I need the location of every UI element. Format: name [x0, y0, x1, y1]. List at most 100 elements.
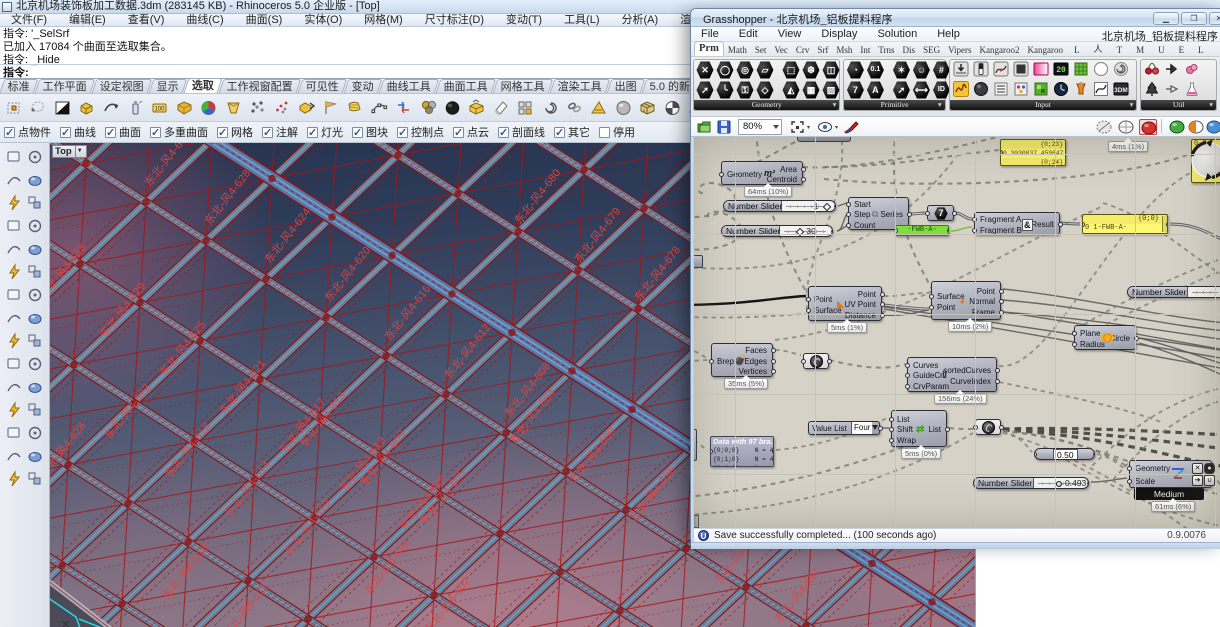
snow-hex-icon[interactable]: ❆ — [802, 61, 820, 79]
checkbox-其它[interactable] — [554, 127, 565, 138]
analyze-icon[interactable] — [26, 263, 44, 281]
select-points-icon[interactable] — [3, 97, 25, 119]
zoom-window-icon[interactable] — [26, 171, 44, 189]
button-input-icon[interactable] — [952, 61, 970, 79]
input-port[interactable] — [709, 359, 714, 364]
rect-tool-icon[interactable] — [5, 194, 23, 212]
filter-曲面[interactable]: 曲面 — [105, 124, 141, 140]
select-wedge-icon[interactable] — [223, 97, 245, 119]
input-port[interactable] — [929, 305, 934, 310]
layer-tool-icon[interactable] — [26, 355, 44, 373]
grid-hex-icon[interactable]: # — [932, 61, 950, 79]
gh-tab-E[interactable]: E — [1172, 44, 1192, 56]
gh-tab-Kangaroo[interactable]: Kangaroo — [1024, 44, 1068, 56]
output-port[interactable] — [999, 425, 1004, 430]
select-rgb-icon[interactable] — [418, 97, 440, 119]
preview-shaded-icon[interactable] — [1139, 119, 1157, 135]
orbit-icon[interactable] — [26, 148, 44, 166]
number-slider-1[interactable]: Number Slider1 — [723, 200, 836, 212]
diamond-hex-icon[interactable]: ◇ — [756, 81, 774, 99]
doc-3dm-icon[interactable]: 3DM — [1112, 81, 1130, 99]
gh-tab-Kangaroo2[interactable]: Kangaroo2 — [976, 44, 1024, 56]
gh-tab-Vec[interactable]: Vec — [770, 44, 792, 56]
select-gray-sphere-icon[interactable] — [613, 97, 635, 119]
preview-wire-icon[interactable] — [1117, 119, 1135, 135]
input-port[interactable] — [1127, 479, 1132, 484]
id-hex-icon[interactable]: ID — [932, 81, 950, 99]
zoom-dropdown-icon[interactable] — [773, 125, 779, 129]
rhino-menu-工具L[interactable]: 工具(L) — [553, 14, 610, 27]
select-volume-icon[interactable] — [174, 97, 196, 119]
output-port[interactable] — [771, 369, 776, 374]
select-id-icon[interactable]: 100 — [149, 97, 171, 119]
checkbox-灯光[interactable] — [307, 127, 318, 138]
param-geometry-relay-2[interactable] — [975, 419, 1001, 435]
slider-input-icon[interactable] — [972, 61, 990, 79]
mesh-green-icon[interactable] — [1072, 61, 1090, 79]
cage-tool-icon[interactable] — [26, 378, 44, 396]
tree-icon[interactable] — [1143, 81, 1161, 99]
panel-input-icon[interactable] — [1012, 61, 1030, 79]
grasshopper-titlebar[interactable]: Grasshopper - 北京机场_铝板提料程序 ▁ ❐ ✕ — [691, 9, 1220, 27]
curve-graph-icon[interactable] — [1092, 81, 1110, 99]
output-port[interactable] — [1166, 222, 1169, 227]
clock-icon[interactable] — [1052, 81, 1070, 99]
output-port[interactable] — [952, 211, 957, 216]
param-integer-7[interactable]: 7 — [927, 205, 954, 221]
gh-group-expand-icon[interactable]: ▾ — [1130, 100, 1134, 110]
gh-menu-help[interactable]: Help — [927, 28, 970, 40]
sketch-pen-icon[interactable] — [843, 119, 861, 135]
gh-menu-solution[interactable]: Solution — [867, 28, 927, 40]
component-concatenate[interactable]: Fragment AFragment BResult& — [974, 212, 1060, 235]
input-port[interactable] — [925, 211, 930, 216]
list-white-icon[interactable] — [992, 81, 1010, 99]
input-port[interactable] — [710, 449, 713, 454]
curve-hex-icon[interactable]: ╰ — [716, 81, 734, 99]
number-hex-icon[interactable]: 0.1 — [866, 61, 884, 79]
preview-eye-icon[interactable] — [817, 119, 839, 135]
rhino-menu-曲面S[interactable]: 曲面(S) — [235, 14, 294, 27]
circle-hex-icon[interactable]: ◔ — [846, 61, 864, 79]
rhino-menu-尺寸标注D[interactable]: 尺寸标注(D) — [414, 14, 495, 27]
select-chain-icon[interactable] — [564, 97, 586, 119]
checkbox-曲线[interactable] — [60, 127, 71, 138]
select-check-sphere-icon[interactable] — [662, 97, 684, 119]
output-port[interactable] — [827, 359, 832, 364]
select-curve-points-icon[interactable] — [369, 97, 391, 119]
spiral-gray-icon[interactable] — [1112, 61, 1130, 79]
rhino-tab-曲线工具[interactable]: 曲线工具 — [379, 79, 440, 93]
doc-preview-green-icon[interactable] — [1168, 119, 1186, 135]
array-tool-icon[interactable] — [5, 332, 23, 350]
gh-tab-Prm[interactable]: Prm — [694, 41, 724, 56]
rhino-menu-网格M[interactable]: 网格(M) — [353, 14, 414, 27]
filter-其它[interactable]: 其它 — [554, 124, 590, 140]
output-port[interactable] — [1058, 222, 1063, 227]
rhino-menu-查看V[interactable]: 查看(V) — [117, 14, 176, 27]
flask-pink-icon[interactable] — [1183, 81, 1201, 99]
cherry-pair-icon[interactable] — [1143, 61, 1161, 79]
gh-tab-Msh[interactable]: Msh — [832, 44, 856, 56]
select-cube-icon[interactable] — [637, 97, 659, 119]
rhino-tab-工作视窗配置[interactable]: 工作视窗配置 — [219, 79, 302, 93]
output-port[interactable] — [995, 379, 1000, 384]
measure-icon[interactable] — [5, 263, 23, 281]
viewport-menu-caret-icon[interactable]: ▼ — [75, 146, 84, 157]
save-file-icon[interactable] — [716, 119, 732, 135]
input-port[interactable] — [1127, 466, 1132, 471]
output-port[interactable] — [999, 289, 1004, 294]
vector-hex-icon[interactable]: ➚ — [696, 81, 714, 99]
filter-点物件[interactable]: 点物件 — [4, 124, 51, 140]
paint-tool-icon[interactable] — [5, 424, 23, 442]
output-port[interactable] — [999, 299, 1004, 304]
gh-tab-T[interactable]: T — [1110, 44, 1130, 56]
output-port[interactable] — [801, 177, 806, 182]
input-port[interactable] — [806, 297, 811, 302]
input-port[interactable] — [719, 172, 724, 177]
point-tool-icon[interactable] — [5, 378, 23, 396]
tag-arrow-button[interactable]: ➜ — [1192, 475, 1203, 486]
input-port[interactable] — [889, 438, 894, 443]
range-hex-icon[interactable]: ⟷ — [912, 81, 930, 99]
ball-white-icon[interactable] — [1092, 61, 1110, 79]
checkbox-控制点[interactable] — [397, 127, 408, 138]
component-value-list[interactable]: Value ListFour — [808, 421, 880, 435]
